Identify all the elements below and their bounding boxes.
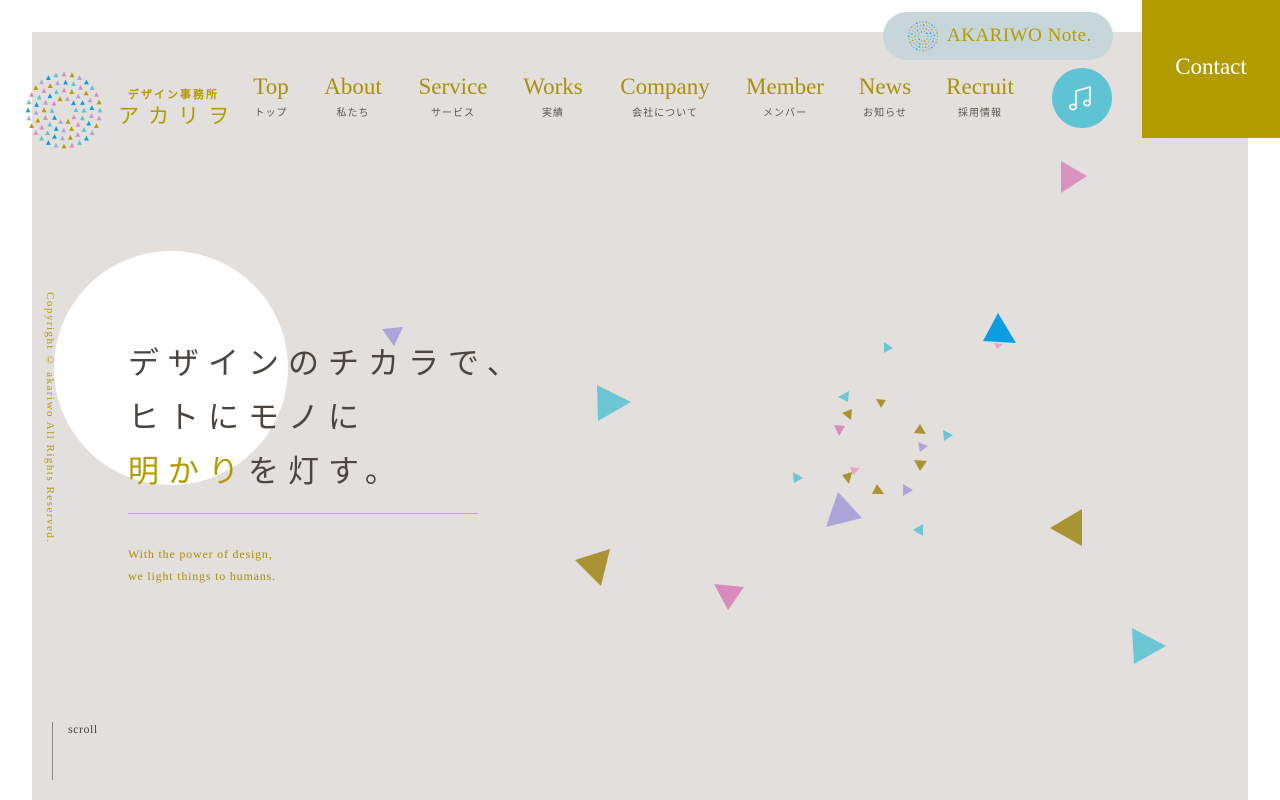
hero-line-3: 明かりを灯す。 — [128, 446, 405, 491]
nav-item-company[interactable]: Company 会社について — [615, 74, 715, 119]
nav-item-label: Works — [523, 74, 583, 99]
scroll-indicator-line — [52, 722, 53, 780]
nav-item-about[interactable]: About 私たち — [320, 74, 386, 119]
nav-item-sublabel: お知らせ — [863, 108, 907, 119]
nav-item-label: News — [858, 74, 912, 99]
nav-item-works[interactable]: Works 実績 — [519, 74, 587, 119]
sunburst-dots-icon — [25, 71, 103, 149]
tagline-line-2: we light things to humans. — [128, 569, 276, 583]
nav-item-label: Service — [418, 74, 488, 99]
nav-item-top[interactable]: Top トップ — [249, 74, 293, 119]
nav-item-news[interactable]: News お知らせ — [855, 74, 915, 119]
music-toggle-button[interactable] — [1052, 68, 1112, 128]
nav-item-sublabel: トップ — [254, 108, 288, 119]
hero-line-1: デザインのチカラで、 — [128, 346, 527, 382]
nav-item-sublabel: 私たち — [336, 108, 370, 119]
akariwo-note-button[interactable]: AKARIWO Note. — [883, 12, 1113, 60]
nav-item-service[interactable]: Service サービス — [414, 74, 492, 119]
nav-item-member[interactable]: Member メンバー — [741, 74, 829, 119]
nav-item-sublabel: 会社について — [632, 108, 698, 119]
site-logo[interactable]: デザイン事務所 アカリヲ — [24, 70, 244, 152]
scroll-label[interactable]: scroll — [68, 722, 98, 737]
sunburst-dots-icon — [907, 20, 939, 52]
nav-item-label: Recruit — [946, 74, 1014, 99]
music-note-icon — [1068, 85, 1091, 111]
contact-label: Contact — [1175, 54, 1247, 79]
nav-item-sublabel: 実績 — [542, 108, 564, 119]
hero-line-2: ヒトにモノに — [128, 400, 368, 436]
hero-divider — [128, 513, 478, 514]
nav-item-label: Company — [620, 74, 710, 99]
nav-item-label: About — [324, 74, 382, 99]
tagline-line-1: With the power of design, — [128, 547, 273, 561]
hero-highlight: 明かり — [128, 454, 248, 490]
nav-item-recruit[interactable]: Recruit 採用情報 — [940, 74, 1020, 119]
akariwo-note-label: AKARIWO Note. — [947, 25, 1092, 46]
logo-name: アカリヲ — [118, 104, 238, 128]
copyright-text: Copyright © akariwo All Rights Reserved. — [44, 292, 56, 544]
contact-button[interactable]: Contact — [1142, 0, 1280, 138]
nav-item-sublabel: 採用情報 — [958, 108, 1002, 119]
nav-item-label: Top — [253, 74, 289, 99]
nav-item-sublabel: サービス — [431, 108, 475, 119]
nav-item-label: Member — [746, 74, 824, 99]
nav-item-sublabel: メンバー — [763, 108, 807, 119]
hero-line-3-rest: を灯す。 — [248, 454, 405, 490]
